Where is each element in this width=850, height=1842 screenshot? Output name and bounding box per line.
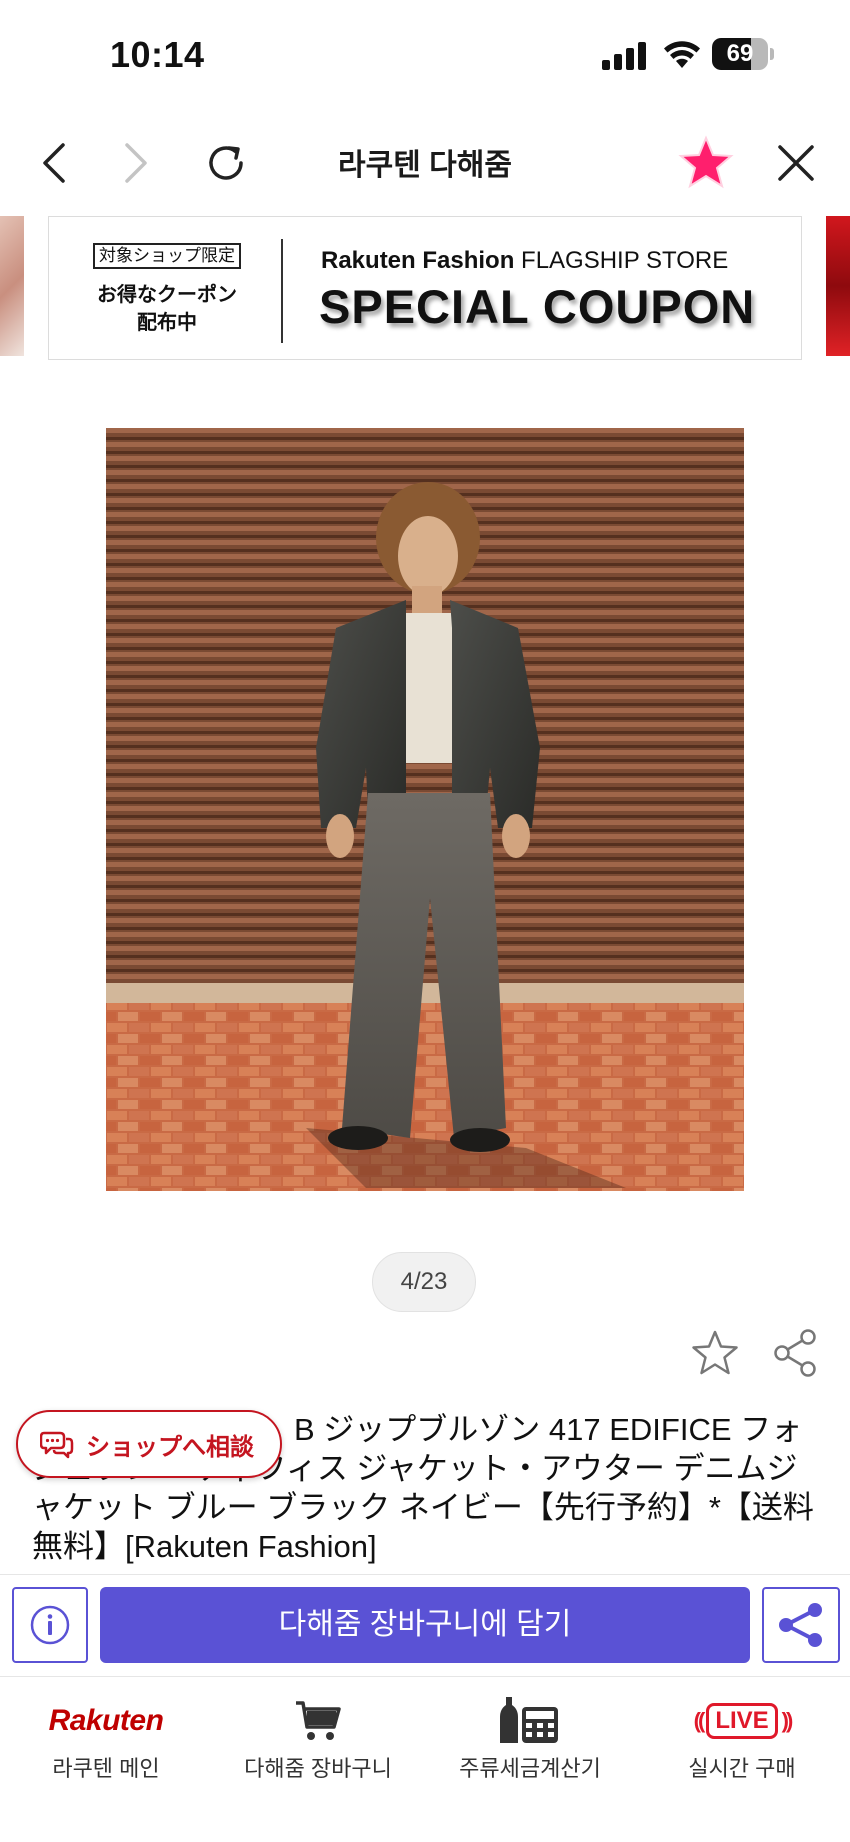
banner-next-peek[interactable] bbox=[826, 216, 850, 356]
info-button[interactable] bbox=[12, 1587, 88, 1663]
banner-brand: Rakuten Fashion FLAGSHIP STORE bbox=[321, 247, 728, 275]
forward-button[interactable] bbox=[96, 118, 176, 208]
banner-brand-name: Rakuten Fashion bbox=[321, 247, 515, 274]
page-title: 라쿠텐 다해줌 bbox=[338, 149, 512, 182]
wifi-icon bbox=[664, 41, 700, 68]
star-filled-icon bbox=[678, 135, 734, 189]
status-bar: 10:14 69 bbox=[0, 0, 850, 112]
live-badge-text: LIVE bbox=[706, 1703, 778, 1739]
close-icon bbox=[778, 145, 814, 181]
reload-button[interactable] bbox=[186, 118, 266, 208]
share-button[interactable] bbox=[772, 1328, 818, 1378]
bottom-nav-label: 라쿠텐 메인 bbox=[52, 1756, 160, 1781]
banner-limited-label: 対象ショップ限定 bbox=[93, 243, 241, 269]
calculator-icon bbox=[500, 1697, 558, 1743]
star-outline-icon bbox=[692, 1330, 738, 1375]
action-bar: 다해줌 장바구니에 담기 bbox=[0, 1574, 850, 1674]
cellular-signal-icon bbox=[602, 42, 646, 70]
banner-coupon-line2: 配布中 bbox=[137, 312, 197, 334]
status-time: 10:14 bbox=[110, 34, 205, 75]
close-button[interactable] bbox=[756, 118, 836, 208]
bottom-nav-liquor-tax-calculator[interactable]: 주류세금계산기 bbox=[424, 1687, 636, 1787]
back-button[interactable] bbox=[14, 118, 94, 208]
info-icon bbox=[30, 1605, 70, 1645]
add-to-favorites-button[interactable] bbox=[690, 1328, 740, 1378]
bottom-nav: Rakuten 라쿠텐 메인 다해줌 장바구니 주류세금계산기 ((LIVE … bbox=[0, 1676, 850, 1842]
product-photo-illustration bbox=[106, 428, 744, 1191]
shop-consult-label: ショップへ相談 bbox=[86, 1433, 254, 1461]
refresh-icon bbox=[209, 146, 243, 180]
live-icon: (( LIVE )) bbox=[694, 1703, 793, 1739]
share-icon bbox=[779, 1603, 822, 1647]
battery-level: 69 bbox=[726, 40, 754, 67]
banner-divider bbox=[281, 239, 283, 343]
share-page-button[interactable] bbox=[762, 1587, 840, 1663]
bottom-nav-label: 주류세금계산기 bbox=[459, 1756, 601, 1781]
favorite-star-button[interactable] bbox=[666, 118, 746, 208]
bottom-nav-rakuten-main[interactable]: Rakuten 라쿠텐 메인 bbox=[0, 1687, 212, 1787]
bottom-nav-cart[interactable]: 다해줌 장바구니 bbox=[212, 1687, 424, 1787]
banner-headline: SPECIAL COUPON bbox=[319, 280, 756, 333]
image-pager: 4/23 bbox=[372, 1252, 476, 1312]
banner-carousel[interactable]: 対象ショップ限定 お得なクーポン 配布中 Rakuten Fashion FLA… bbox=[0, 212, 850, 362]
chat-bubbles-icon bbox=[40, 1431, 74, 1459]
chevron-right-icon bbox=[125, 143, 147, 183]
chevron-left-icon bbox=[43, 143, 65, 183]
cart-icon bbox=[296, 1701, 341, 1740]
product-photo[interactable] bbox=[106, 428, 744, 1191]
bottom-nav-live[interactable]: (( LIVE )) 실시간 구매 bbox=[636, 1687, 848, 1787]
banner-coupon-line1: お得なクーポン bbox=[97, 284, 237, 306]
banner-prev-peek[interactable] bbox=[0, 216, 24, 356]
battery-icon: 69 bbox=[712, 38, 774, 70]
shop-consult-button[interactable]: ショップへ相談 bbox=[16, 1410, 282, 1478]
browser-nav-bar: 라쿠텐 다해줌 bbox=[0, 118, 850, 208]
banner-brand-sub: FLAGSHIP STORE bbox=[521, 247, 729, 274]
banner-coupon-text: お得なクーポン 配布中 bbox=[79, 281, 255, 337]
add-to-cart-button[interactable]: 다해줌 장바구니에 담기 bbox=[100, 1587, 750, 1663]
bottom-nav-label: 실시간 구매 bbox=[688, 1756, 796, 1781]
rakuten-logo-text: Rakuten bbox=[48, 1704, 164, 1737]
share-icon bbox=[774, 1329, 816, 1377]
bottom-nav-label: 다해줌 장바구니 bbox=[244, 1756, 392, 1781]
special-coupon-banner[interactable]: 対象ショップ限定 お得なクーポン 配布中 Rakuten Fashion FLA… bbox=[48, 216, 802, 360]
rakuten-logo: Rakuten bbox=[0, 1697, 212, 1745]
